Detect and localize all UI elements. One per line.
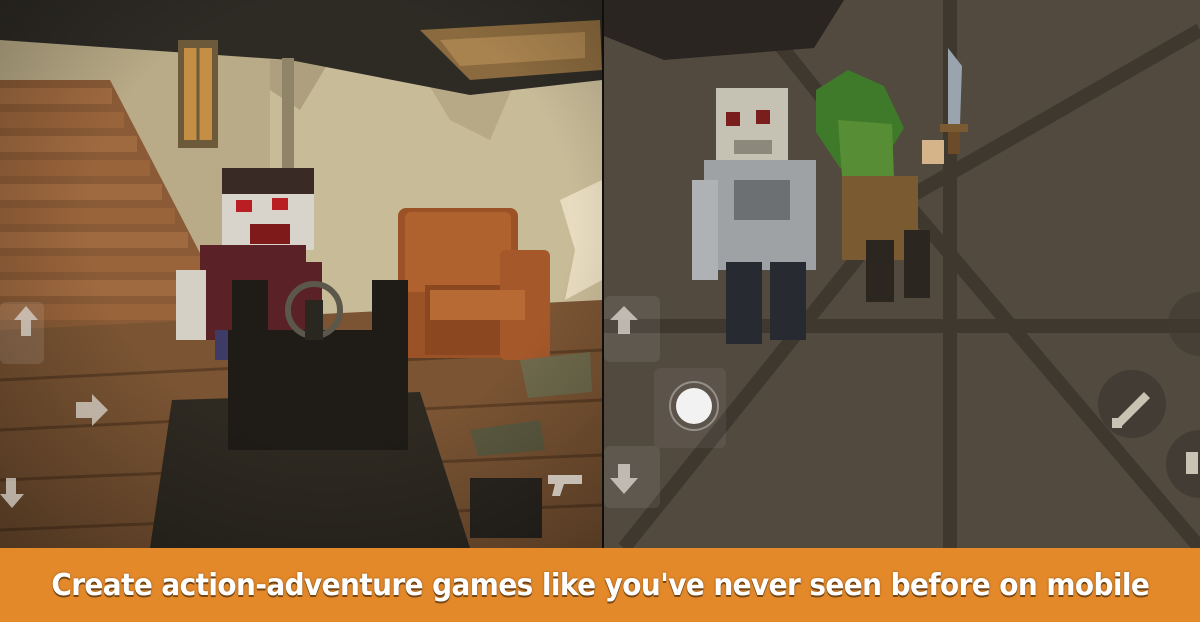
arrow-down-icon[interactable] (604, 446, 660, 508)
arrow-up-icon[interactable] (0, 302, 44, 364)
first-person-view (0, 0, 602, 548)
top-down-view (604, 0, 1200, 548)
sword-icon[interactable] (1098, 370, 1166, 438)
arrow-up-icon[interactable] (604, 296, 660, 362)
game-screenshot: Create action-adventure games like you'v… (0, 0, 1200, 622)
caption-banner: Create action-adventure games like you'v… (0, 548, 1200, 622)
joystick-knob[interactable] (654, 368, 726, 448)
caption-text: Create action-adventure games like you'v… (51, 567, 1150, 603)
